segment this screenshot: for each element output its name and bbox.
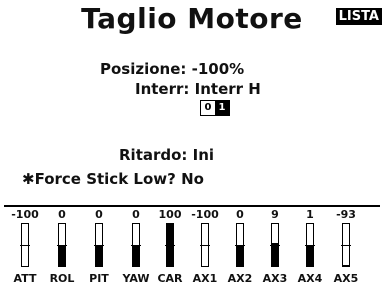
channel-value-ax5: -93 (336, 208, 356, 221)
channel-bar-ax4 (305, 223, 315, 267)
posizione-label: Posizione: (100, 60, 187, 78)
channel-bar-center-mark (94, 245, 104, 246)
channel-value-ax2: 0 (236, 208, 244, 221)
channel-bar-fill (237, 245, 243, 266)
channel-bar-center-mark (235, 245, 245, 246)
channel-values: -100 0 0 0 100 -100 0 9 1 -93 (0, 208, 384, 224)
posizione-value[interactable]: -100% (192, 60, 245, 78)
channel-bar-ax1 (200, 223, 210, 267)
channel-bar-center-mark (165, 245, 175, 246)
divider (4, 205, 380, 207)
channel-bar-center-mark (20, 245, 30, 246)
channel-bar-fill (307, 245, 313, 266)
channel-bar-center-mark (57, 245, 67, 246)
channel-label-ax1: AX1 (192, 272, 218, 285)
channel-label-ax4: AX4 (297, 272, 323, 285)
channel-bar-center-mark (305, 245, 315, 246)
screen: Taglio Motore LISTA Posizione: -100% Int… (0, 0, 384, 290)
channel-bar-fill (133, 245, 139, 266)
channel-bar-ax5 (341, 223, 351, 267)
channel-bar-center-mark (341, 245, 351, 246)
switch-position-indicator: 0 1 (200, 100, 230, 116)
switch-position-0: 0 (201, 101, 215, 115)
channel-bar-pit (94, 223, 104, 267)
channel-label-ax5: AX5 (333, 272, 359, 285)
channel-bar-fill (343, 265, 349, 266)
force-stick-low-value[interactable]: No (181, 170, 204, 188)
channel-labels: ATT ROL PIT YAW CAR AX1 AX2 AX3 AX4 AX5 (0, 272, 384, 288)
interr-row[interactable]: Interr: Interr H (135, 80, 261, 98)
channel-bar-center-mark (200, 245, 210, 246)
force-stick-low-row[interactable]: ✱Force Stick Low? No (22, 170, 204, 188)
ritardo-label: Ritardo: (119, 146, 188, 164)
ritardo-value[interactable]: Ini (193, 146, 214, 164)
page-title: Taglio Motore (81, 2, 303, 35)
posizione-row[interactable]: Posizione: -100% (100, 60, 244, 78)
channel-bar-fill (96, 245, 102, 266)
channel-bar-ax3 (270, 223, 280, 267)
channel-label-ax2: AX2 (227, 272, 253, 285)
channel-label-rol: ROL (49, 272, 75, 285)
channel-bar-fill (59, 245, 65, 266)
channel-label-car: CAR (157, 272, 183, 285)
interr-value[interactable]: Interr H (195, 80, 261, 98)
channel-bar-fill (272, 243, 278, 266)
channel-label-pit: PIT (89, 272, 109, 285)
channel-value-pit: 0 (95, 208, 103, 221)
channel-bar-rol (57, 223, 67, 267)
channel-value-ax3: 9 (271, 208, 279, 221)
interr-label: Interr: (135, 80, 190, 98)
channel-label-ax3: AX3 (262, 272, 288, 285)
channel-monitor-bars (0, 223, 384, 267)
channel-value-rol: 0 (58, 208, 66, 221)
channel-value-ax1: -100 (191, 208, 219, 221)
ritardo-row[interactable]: Ritardo: Ini (119, 146, 214, 164)
channel-bar-center-mark (131, 245, 141, 246)
channel-value-car: 100 (158, 208, 182, 221)
switch-position-1: 1 (215, 101, 229, 115)
force-stick-low-label: ✱Force Stick Low? (22, 170, 176, 188)
channel-value-att: -100 (11, 208, 39, 221)
channel-bar-att (20, 223, 30, 267)
channel-bar-center-mark (270, 245, 280, 246)
channel-label-att: ATT (13, 272, 37, 285)
lista-button[interactable]: LISTA (335, 8, 382, 25)
channel-bar-ax2 (235, 223, 245, 267)
channel-bar-car (165, 223, 175, 267)
channel-bar-yaw (131, 223, 141, 267)
channel-value-ax4: 1 (306, 208, 314, 221)
